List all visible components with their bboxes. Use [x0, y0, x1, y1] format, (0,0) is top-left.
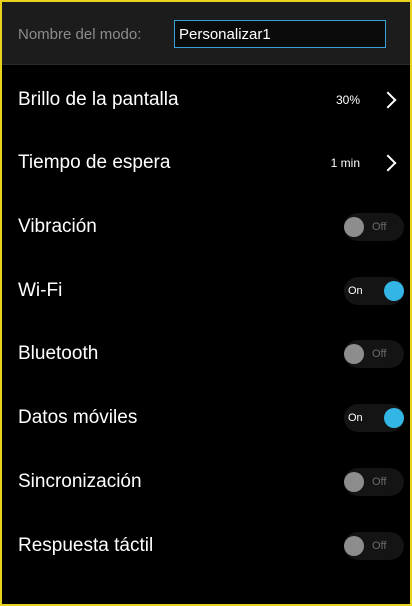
sync-label: Sincronización: [18, 471, 142, 492]
vibration-label: Vibración: [18, 216, 97, 237]
bluetooth-toggle[interactable]: Off: [344, 340, 404, 368]
sync-toggle[interactable]: Off: [344, 468, 404, 496]
setting-row-bluetooth: Bluetooth Off: [2, 322, 410, 386]
toggle-state-text: On: [348, 285, 363, 297]
setting-row-vibration: Vibración Off: [2, 195, 410, 259]
chevron-right-icon: [379, 154, 397, 172]
toggle-state-text: Off: [372, 221, 387, 233]
settings-panel: Nombre del modo: Brillo de la pantalla 3…: [0, 0, 412, 606]
mobile-data-label: Datos móviles: [18, 407, 138, 428]
bluetooth-label: Bluetooth: [18, 343, 99, 364]
vibration-toggle[interactable]: Off: [344, 213, 404, 241]
toggle-state-text: Off: [372, 540, 387, 552]
wifi-label: Wi-Fi: [18, 280, 63, 301]
brightness-value: 30%: [335, 93, 360, 107]
toggle-state-text: Off: [372, 476, 387, 488]
haptic-label: Respuesta táctil: [18, 535, 154, 556]
timeout-value: 1 min: [330, 156, 360, 170]
toggle-knob: [344, 536, 364, 556]
brightness-label: Brillo de la pantalla: [18, 89, 179, 110]
toggle-state-text: On: [348, 412, 363, 424]
setting-row-mobile-data: Datos móviles On: [2, 386, 410, 450]
setting-row-haptic: Respuesta táctil Off: [2, 514, 410, 578]
haptic-toggle[interactable]: Off: [344, 532, 404, 560]
mode-name-input[interactable]: [174, 20, 386, 48]
timeout-label: Tiempo de espera: [18, 152, 171, 173]
mobile-data-toggle[interactable]: On: [344, 404, 404, 432]
setting-row-sync: Sincronización Off: [2, 450, 410, 514]
wifi-toggle[interactable]: On: [344, 277, 404, 305]
chevron-right-icon: [379, 91, 397, 109]
toggle-knob: [344, 344, 364, 364]
setting-row-timeout[interactable]: Tiempo de espera 1 min: [2, 131, 410, 195]
toggle-state-text: Off: [372, 348, 387, 360]
toggle-knob: [384, 281, 404, 301]
setting-row-wifi: Wi-Fi On: [2, 259, 410, 323]
toggle-knob: [384, 408, 404, 428]
setting-row-brightness[interactable]: Brillo de la pantalla 30%: [2, 68, 410, 132]
toggle-knob: [344, 472, 364, 492]
mode-name-header: Nombre del modo:: [2, 2, 410, 65]
mode-name-label: Nombre del modo:: [18, 26, 142, 43]
toggle-knob: [344, 217, 364, 237]
